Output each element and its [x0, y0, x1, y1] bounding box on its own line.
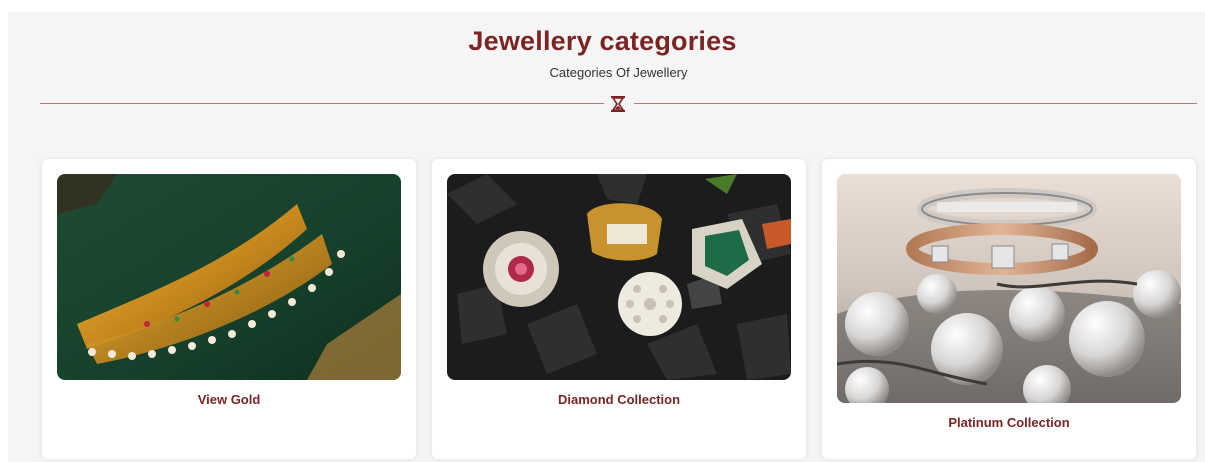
divider-line-right	[634, 103, 1197, 104]
category-card-platinum[interactable]: Platinum Collection	[822, 159, 1196, 459]
section-subtitle: Categories Of Jewellery	[549, 65, 688, 80]
platinum-rings-image[interactable]	[837, 174, 1181, 403]
category-card-diamond[interactable]: Diamond Collection	[432, 159, 806, 459]
category-label[interactable]: View Gold	[42, 392, 416, 407]
category-label[interactable]: Diamond Collection	[432, 392, 806, 407]
diamond-rings-image[interactable]	[447, 174, 791, 380]
hourglass-icon	[611, 96, 625, 112]
category-label[interactable]: Platinum Collection	[822, 415, 1196, 430]
divider-line-left	[40, 103, 604, 104]
category-card-gold[interactable]: View Gold	[42, 159, 416, 459]
gold-necklace-image[interactable]	[57, 174, 401, 380]
section-title: Jewellery categories	[468, 26, 737, 56]
